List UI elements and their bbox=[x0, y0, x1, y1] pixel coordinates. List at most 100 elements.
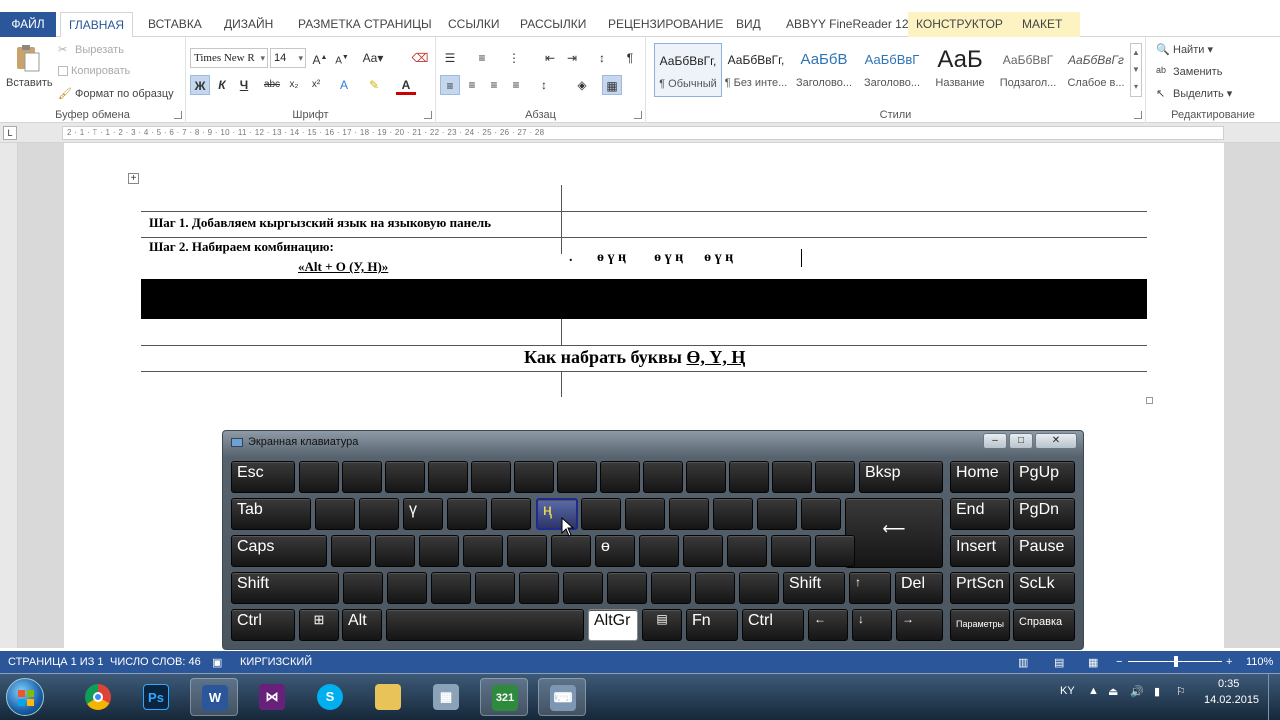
tab-insert[interactable]: ВСТАВКА bbox=[140, 12, 210, 37]
key-tab[interactable]: Tab bbox=[231, 498, 311, 530]
word-taskbar[interactable]: W bbox=[190, 678, 238, 716]
key[interactable] bbox=[600, 461, 640, 493]
subscript-button[interactable]: x₂ bbox=[284, 75, 304, 95]
italic-button[interactable]: К bbox=[212, 75, 232, 95]
photoshop-taskbar[interactable]: Ps bbox=[132, 678, 180, 716]
key[interactable] bbox=[739, 572, 779, 604]
multilevel-icon[interactable]: ⋮ bbox=[504, 48, 524, 68]
paste-button[interactable]: Вставить bbox=[6, 77, 53, 89]
close-button[interactable]: ✕ bbox=[1035, 433, 1077, 449]
tab-table-layout[interactable]: МАКЕТ bbox=[1014, 12, 1080, 37]
key[interactable] bbox=[428, 461, 468, 493]
camtasia-taskbar[interactable]: 321 bbox=[480, 678, 528, 716]
key[interactable] bbox=[683, 535, 723, 567]
windows-key-icon[interactable]: ⊞ bbox=[299, 609, 339, 641]
key[interactable] bbox=[557, 461, 597, 493]
shading-icon[interactable]: ◈ bbox=[572, 75, 592, 95]
key[interactable] bbox=[801, 498, 841, 530]
table-move-handle[interactable]: + bbox=[128, 173, 139, 184]
skype-taskbar[interactable]: S bbox=[306, 678, 354, 716]
tab-mailings[interactable]: РАССЫЛКИ bbox=[512, 12, 594, 37]
key[interactable] bbox=[772, 461, 812, 493]
style-heading2[interactable]: АаБбВвГ Заголово... bbox=[858, 43, 926, 97]
key-ctrl-left[interactable]: Ctrl bbox=[231, 609, 295, 641]
key[interactable] bbox=[519, 572, 559, 604]
key-o-kyrgyz[interactable]: ө bbox=[595, 535, 635, 567]
key-fn[interactable]: Fn bbox=[686, 609, 738, 641]
strikethrough-button[interactable]: abc bbox=[262, 75, 282, 95]
key[interactable] bbox=[447, 498, 487, 530]
key[interactable] bbox=[713, 498, 753, 530]
chrome-taskbar[interactable] bbox=[74, 678, 122, 716]
key[interactable] bbox=[686, 461, 726, 493]
key[interactable] bbox=[359, 498, 399, 530]
align-right-icon[interactable]: ≡ bbox=[484, 75, 504, 95]
table-resize-handle[interactable] bbox=[1146, 397, 1153, 404]
key-prtscn[interactable]: PrtScn bbox=[950, 572, 1010, 604]
read-mode-icon[interactable]: ▥ bbox=[1018, 656, 1028, 669]
key[interactable] bbox=[315, 498, 355, 530]
key[interactable] bbox=[463, 535, 503, 567]
key-enter[interactable]: ⟵ bbox=[845, 498, 943, 568]
styles-scroll[interactable]: ▲ ▼ ▾ bbox=[1130, 43, 1142, 97]
font-launcher[interactable] bbox=[424, 111, 432, 119]
key-options[interactable]: Параметры bbox=[950, 609, 1010, 641]
proofing-icon[interactable]: ▣ bbox=[212, 656, 222, 669]
copy-button[interactable]: Копировать bbox=[58, 65, 130, 77]
key-caps[interactable]: Caps bbox=[231, 535, 327, 567]
usb-icon[interactable]: ⏏ bbox=[1108, 685, 1118, 698]
tab-layout[interactable]: РАЗМЕТКА СТРАНИЦЫ bbox=[290, 12, 440, 37]
replace-button[interactable]: ab Заменить bbox=[1156, 65, 1222, 79]
line-spacing-icon[interactable]: ↕ bbox=[534, 75, 554, 95]
tab-review[interactable]: РЕЦЕНЗИРОВАНИЕ bbox=[600, 12, 731, 37]
justify-icon[interactable]: ≡ bbox=[506, 75, 526, 95]
key[interactable] bbox=[757, 498, 797, 530]
tab-references[interactable]: ССЫЛКИ bbox=[440, 12, 507, 37]
key[interactable] bbox=[625, 498, 665, 530]
key-shift-left[interactable]: Shift bbox=[231, 572, 339, 604]
key-pgup[interactable]: PgUp bbox=[1013, 461, 1075, 493]
zoom-level[interactable]: 110% bbox=[1246, 656, 1273, 668]
font-size-combo[interactable]: 14 bbox=[270, 48, 306, 68]
key-end[interactable]: End bbox=[950, 498, 1010, 530]
key[interactable] bbox=[491, 498, 531, 530]
zoom-out-icon[interactable]: − bbox=[1116, 656, 1122, 668]
key[interactable] bbox=[375, 535, 415, 567]
clear-format-icon[interactable]: ⌫ bbox=[410, 48, 430, 68]
paste-icon[interactable] bbox=[12, 43, 42, 73]
find-button[interactable]: 🔍 Найти ▾ bbox=[1156, 43, 1213, 57]
numbering-icon[interactable]: ≡ bbox=[472, 48, 492, 68]
minimize-button[interactable]: – bbox=[983, 433, 1007, 449]
key[interactable] bbox=[651, 572, 691, 604]
change-case-icon[interactable]: Aa▾ bbox=[358, 48, 388, 68]
borders-icon[interactable]: ▦ bbox=[602, 75, 622, 95]
key[interactable] bbox=[727, 535, 767, 567]
tab-home[interactable]: ГЛАВНАЯ bbox=[60, 12, 134, 38]
key-esc[interactable]: Esc bbox=[231, 461, 295, 493]
key[interactable] bbox=[471, 461, 511, 493]
style-normal[interactable]: АаБбВвГг, ¶ Обычный bbox=[654, 43, 722, 97]
key-y-kyrgyz[interactable]: ү bbox=[403, 498, 443, 530]
superscript-button[interactable]: x² bbox=[306, 75, 326, 95]
network-icon[interactable]: ⚐ bbox=[1176, 685, 1186, 698]
key-space[interactable] bbox=[386, 609, 584, 641]
format-painter-button[interactable]: 🖌 Формат по образцу bbox=[58, 87, 174, 101]
on-screen-keyboard[interactable]: Экранная клавиатура – □ ✕ Esc Bksp Home … bbox=[222, 430, 1084, 650]
volume-icon[interactable]: 🔊 bbox=[1130, 685, 1144, 698]
key[interactable] bbox=[771, 535, 811, 567]
styles-launcher[interactable] bbox=[1134, 111, 1142, 119]
key[interactable] bbox=[639, 535, 679, 567]
key[interactable] bbox=[563, 572, 603, 604]
key-shift-right[interactable]: Shift bbox=[783, 572, 845, 604]
start-button[interactable] bbox=[6, 678, 44, 716]
key-arrow-right[interactable]: → bbox=[896, 609, 943, 641]
maximize-button[interactable]: □ bbox=[1009, 433, 1033, 449]
key[interactable] bbox=[514, 461, 554, 493]
key-pause[interactable]: Pause bbox=[1013, 535, 1075, 567]
key-pgdn[interactable]: PgDn bbox=[1013, 498, 1075, 530]
web-layout-icon[interactable]: ▦ bbox=[1088, 656, 1098, 669]
style-heading1[interactable]: АаБбВ Заголово... bbox=[790, 43, 858, 97]
text-effects-icon[interactable]: A bbox=[334, 75, 354, 95]
underline-button[interactable]: Ч bbox=[234, 75, 254, 95]
cut-button[interactable]: ✂ Вырезать bbox=[58, 43, 124, 57]
